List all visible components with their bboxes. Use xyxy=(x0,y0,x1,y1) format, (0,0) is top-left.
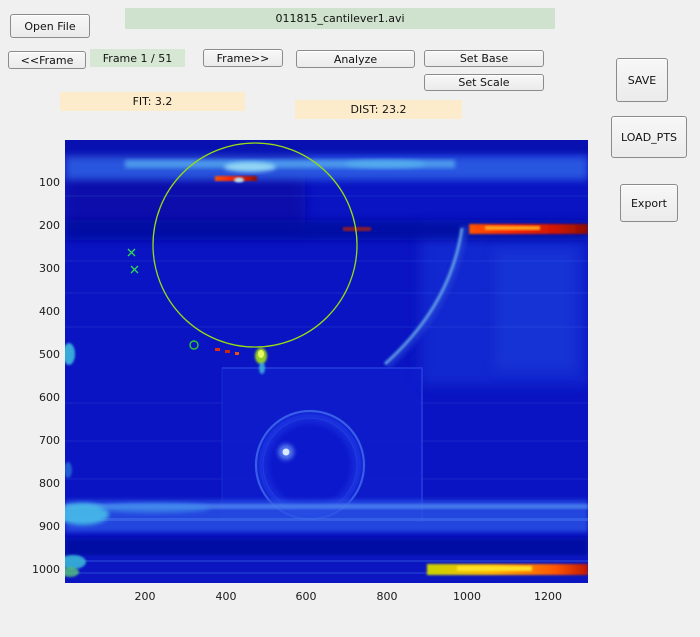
x-tick-label: 1000 xyxy=(445,590,489,604)
point-marker xyxy=(225,350,230,353)
y-tick-label: 400 xyxy=(26,305,60,319)
y-tick-label: 800 xyxy=(26,477,60,491)
x-tick-label: 200 xyxy=(123,590,167,604)
analyze-button[interactable]: Analyze xyxy=(296,50,415,68)
export-button[interactable]: Export xyxy=(620,184,678,222)
y-tick-label: 600 xyxy=(26,391,60,405)
y-tick-label: 200 xyxy=(26,219,60,233)
load-pts-button[interactable]: LOAD_PTS xyxy=(611,116,687,158)
point-marker xyxy=(235,352,239,355)
x-tick-label: 400 xyxy=(204,590,248,604)
heatmap-image[interactable] xyxy=(65,140,588,583)
set-scale-button[interactable]: Set Scale xyxy=(424,74,544,91)
prev-frame-button[interactable]: <<Frame xyxy=(8,51,86,69)
set-base-button[interactable]: Set Base xyxy=(424,50,544,67)
x-tick-label: 1200 xyxy=(526,590,570,604)
droplet-highlight xyxy=(283,449,290,456)
y-tick-label: 500 xyxy=(26,348,60,362)
point-marker xyxy=(215,348,220,351)
open-file-button[interactable]: Open File xyxy=(10,14,90,38)
y-tick-label: 300 xyxy=(26,262,60,276)
next-frame-button[interactable]: Frame>> xyxy=(203,49,283,67)
x-tick-label: 800 xyxy=(365,590,409,604)
save-button[interactable]: SAVE xyxy=(616,58,668,102)
app-window: Open File 011815_cantilever1.avi <<Frame… xyxy=(0,0,700,637)
filename-field: 011815_cantilever1.avi xyxy=(125,8,555,29)
y-tick-label: 700 xyxy=(26,434,60,448)
fit-value-field: FIT: 3.2 xyxy=(60,92,245,111)
dist-value-field: DIST: 23.2 xyxy=(295,100,462,119)
frame-counter-field: Frame 1 / 51 xyxy=(90,49,185,67)
y-tick-label: 100 xyxy=(26,176,60,190)
x-tick-label: 600 xyxy=(284,590,328,604)
y-tick-label: 1000 xyxy=(26,563,60,577)
y-tick-label: 900 xyxy=(26,520,60,534)
